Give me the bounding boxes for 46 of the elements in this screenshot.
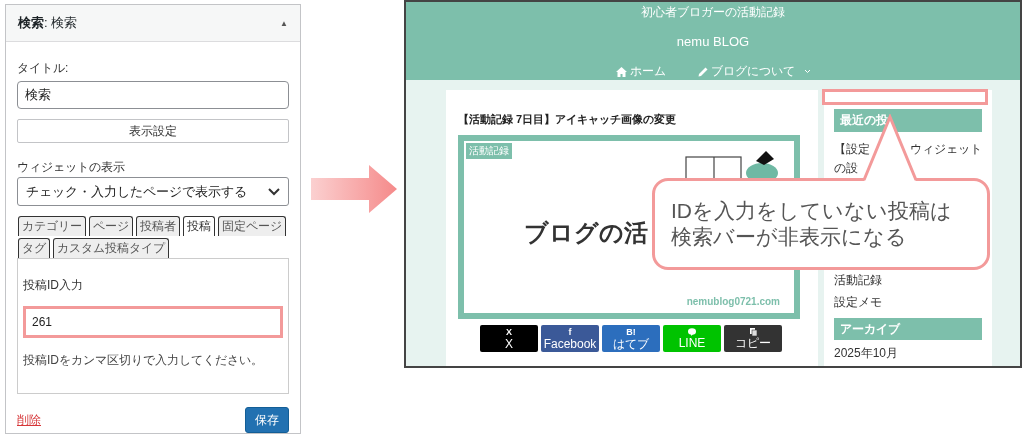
display-settings-button[interactable]: 表示設定	[17, 119, 289, 143]
chevron-down-icon	[268, 187, 280, 196]
help-text: 投稿IDをカンマ区切りで入力してください。	[23, 352, 264, 369]
share-icon: f	[568, 327, 572, 337]
share-button[interactable]: コピー	[724, 325, 782, 352]
collapse-toggle[interactable]: ▲	[280, 18, 288, 28]
field-label: 投稿ID入力	[23, 277, 84, 294]
share-button[interactable]: f Facebook	[541, 325, 599, 352]
category-tag: 活動記録	[466, 143, 512, 159]
post-id-field[interactable]: 261	[23, 306, 283, 338]
widget-heading: 最近の投	[834, 109, 982, 132]
post-link[interactable]: ウィジェット	[910, 141, 982, 158]
widget-header[interactable]: 検索: 検索 ▲	[6, 5, 300, 42]
tab[interactable]: タグ	[18, 238, 50, 258]
pencil-icon	[697, 66, 708, 77]
tab[interactable]: 投稿	[183, 216, 215, 236]
tab[interactable]: カスタム投稿タイプ	[53, 238, 169, 258]
widget-heading: アーカイブ	[834, 318, 982, 340]
field-label: タイトル:	[17, 60, 70, 77]
delete-link[interactable]: 削除	[17, 411, 41, 429]
save-button[interactable]: 保存	[245, 407, 289, 433]
share-button[interactable]: B! はてブ	[602, 325, 660, 352]
tab[interactable]: ページ	[89, 216, 133, 236]
archive-link[interactable]: 2025年10月	[834, 345, 899, 362]
eyecatch-heading: ブログの活	[524, 218, 648, 248]
post-link[interactable]: 活動記録	[834, 272, 882, 289]
tab[interactable]: 固定ページ	[218, 216, 286, 236]
speech-bubble-icon	[688, 328, 696, 336]
share-icon: B!	[626, 327, 636, 337]
right-arrow-icon	[311, 165, 397, 213]
visibility-dropdown[interactable]: チェック・入力したページで表示する	[17, 177, 289, 206]
widget-title: 検索: 検索	[18, 14, 78, 32]
article-title[interactable]: 【活動記録 7日目】アイキャッチ画像の変更	[458, 112, 818, 127]
share-button[interactable]: X X	[480, 325, 538, 352]
tab[interactable]: 投稿者	[136, 216, 180, 236]
post-link[interactable]: 設定メモ	[834, 294, 882, 311]
tab[interactable]: カテゴリー	[18, 216, 86, 236]
site-tagline: 初心者ブロガーの活動記録	[641, 4, 785, 21]
copy-icon	[749, 328, 757, 336]
title-field[interactable]: 検索	[17, 81, 289, 109]
field-label: ウィジェットの表示	[17, 159, 126, 176]
share-icon: X	[506, 327, 512, 337]
post-link[interactable]: 【設定	[834, 141, 870, 158]
home-icon	[615, 66, 627, 77]
site-url: nemublog0721.com	[686, 296, 780, 307]
post-link[interactable]: の設	[834, 160, 858, 177]
